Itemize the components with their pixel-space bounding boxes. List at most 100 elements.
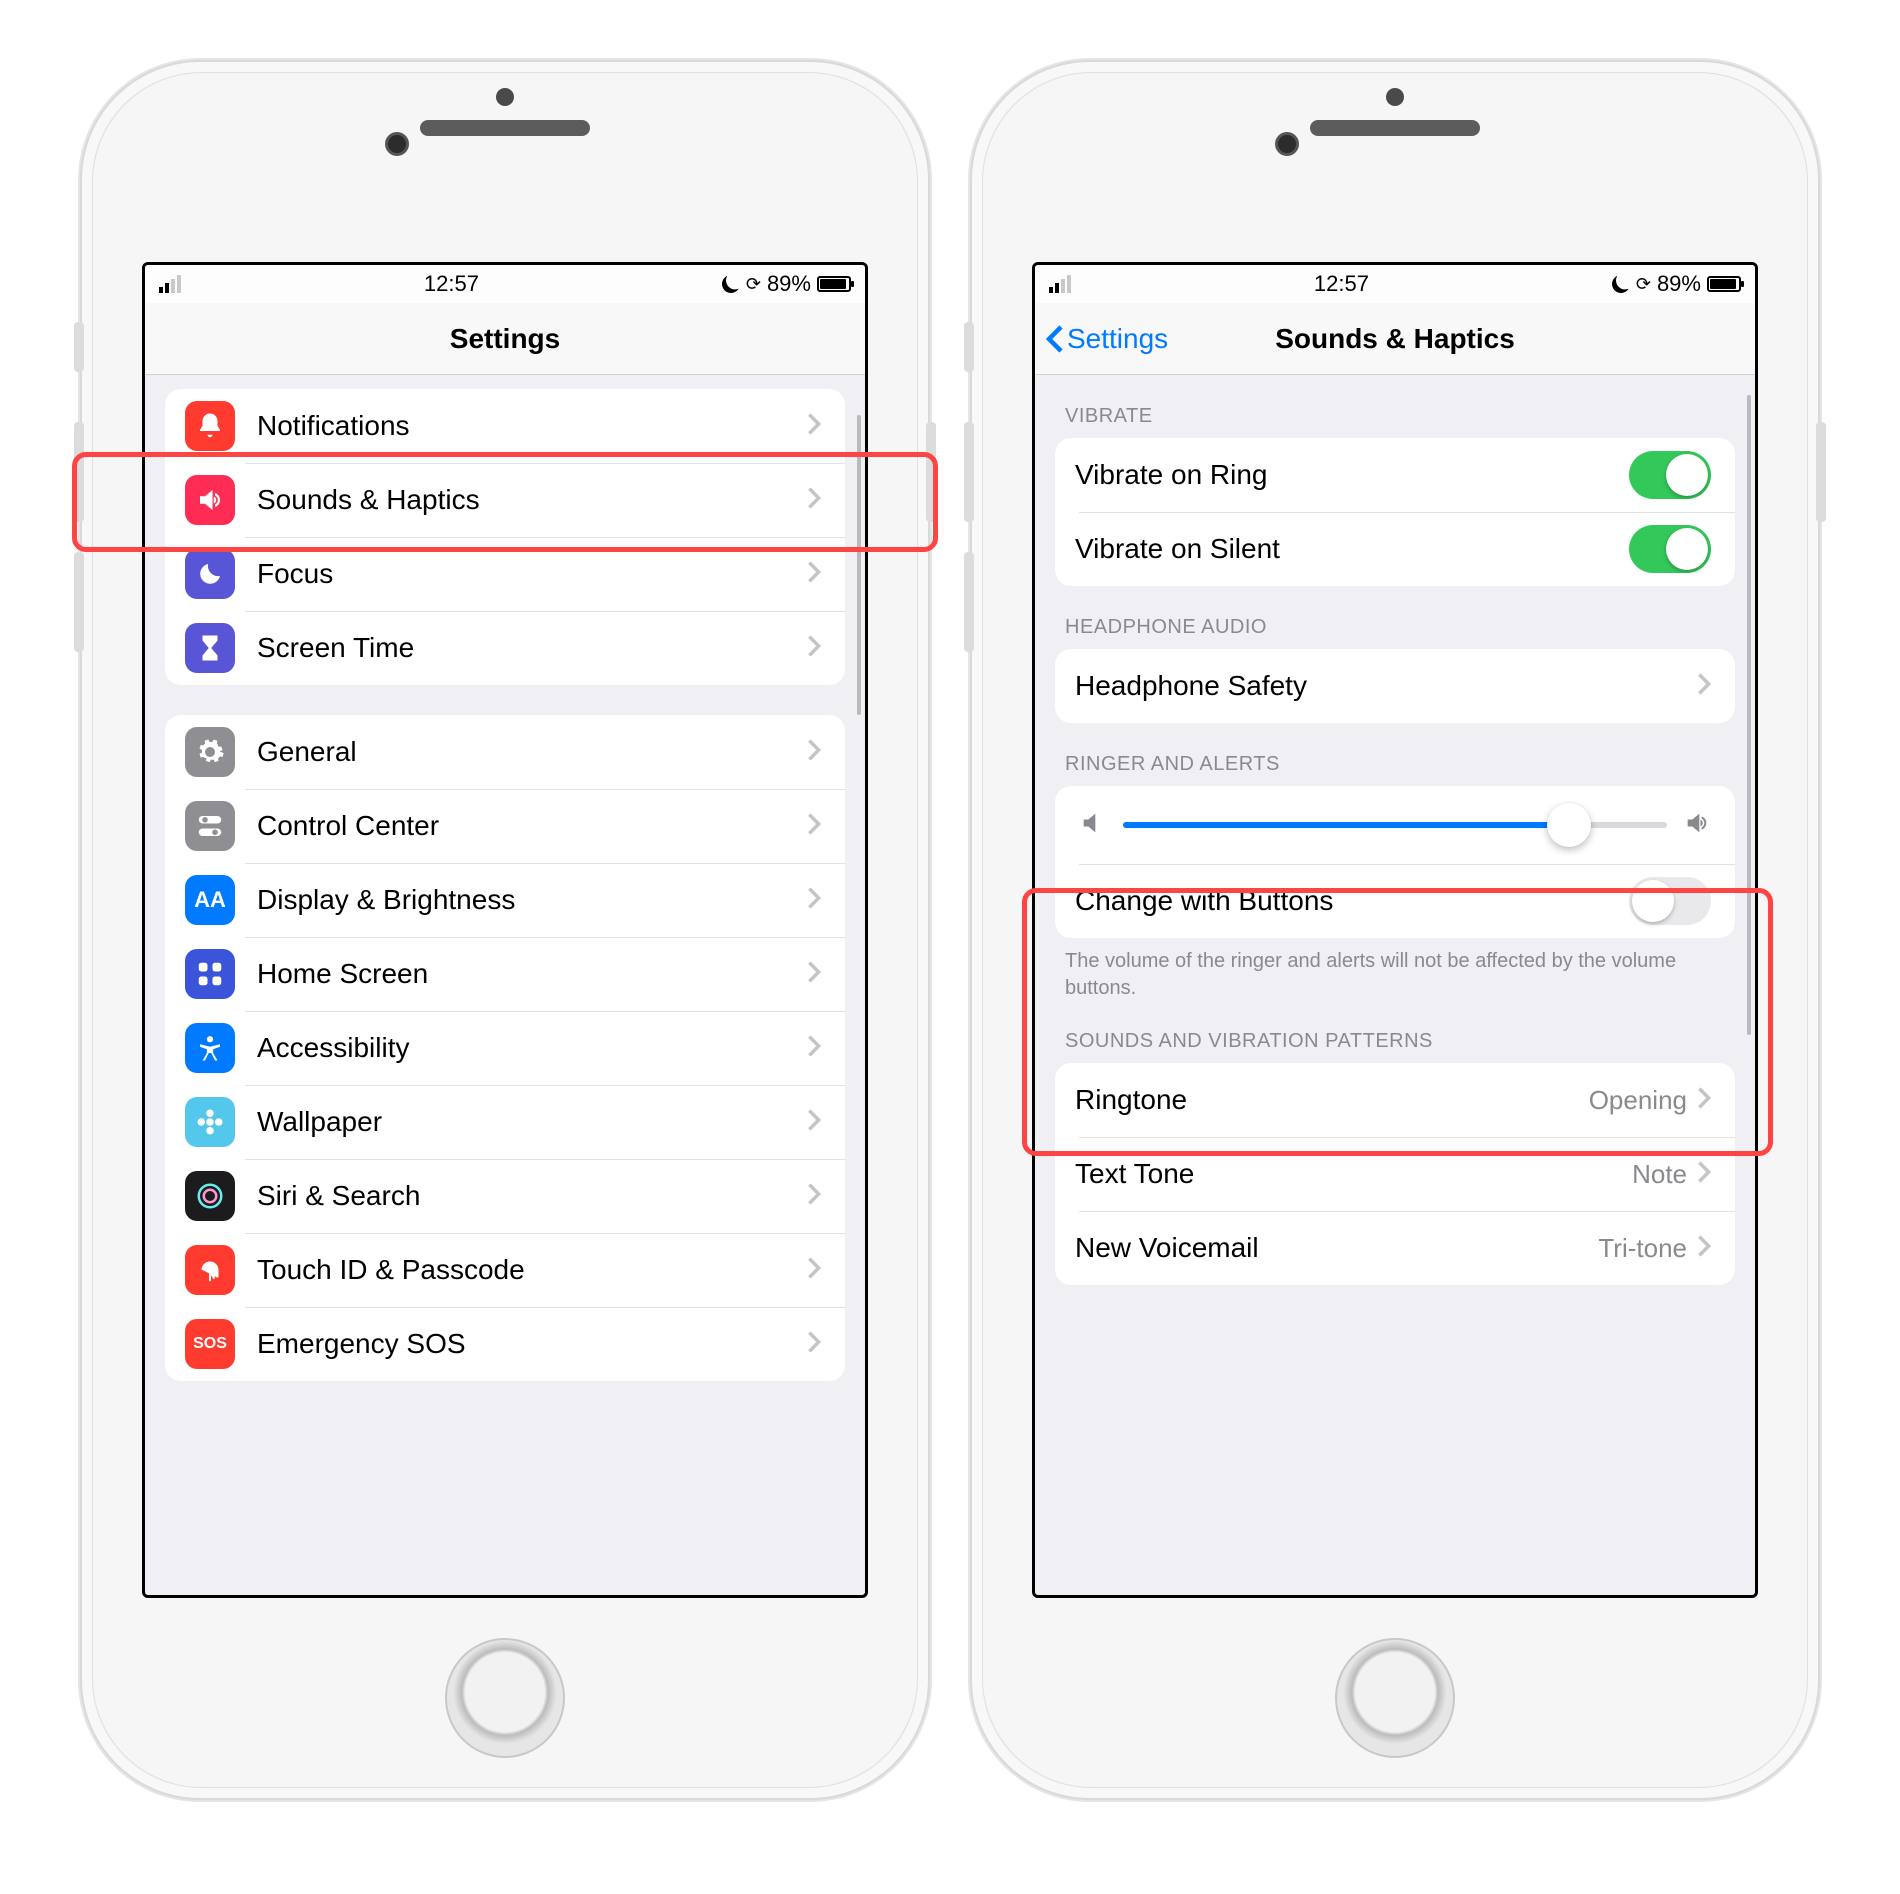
screen-right: 12:57 ⟳ 89% Settings Sounds & Haptics VI… [1032,262,1758,1598]
volume-slider[interactable] [1123,822,1667,828]
row-vibrate-on-ring[interactable]: Vibrate on Ring [1055,438,1735,512]
page-title: Sounds & Haptics [1275,323,1515,355]
sounds-settings-list[interactable]: VIBRATE Vibrate on Ring Vibrate on Silen… [1035,375,1755,1595]
person-icon [185,1023,235,1073]
row-label: General [257,736,807,768]
status-bar: 12:57 ⟳ 89% [145,265,865,303]
nav-bar: Settings Sounds & Haptics [1035,303,1755,375]
row-focus[interactable]: Focus [165,537,845,611]
header-headphone-audio: HEADPHONE AUDIO [1035,586,1755,649]
row-value: Tri-tone [1598,1233,1687,1264]
scrollbar[interactable] [857,415,861,715]
power-button[interactable] [926,422,936,522]
row-label: New Voicemail [1075,1232,1598,1264]
status-bar: 12:57 ⟳ 89% [1035,265,1755,303]
volume-high-icon [1683,809,1711,842]
sos-icon: SOS [185,1319,235,1369]
row-accessibility[interactable]: Accessibility [165,1011,845,1085]
row-siri-search[interactable]: Siri & Search [165,1159,845,1233]
fingerprint-icon [185,1245,235,1295]
mute-switch[interactable] [964,322,974,372]
signal-icon [159,275,181,293]
volume-low-icon [1079,809,1107,842]
settings-group-1: Notifications Sounds & Haptics Focus [165,389,845,685]
chevron-right-icon [807,560,821,589]
row-vibrate-on-silent[interactable]: Vibrate on Silent [1055,512,1735,586]
sensor-dot [1386,88,1404,106]
row-home-screen[interactable]: Home Screen [165,937,845,1011]
toggle-vibrate-ring[interactable] [1629,451,1711,499]
row-label: Screen Time [257,632,807,664]
row-wallpaper[interactable]: Wallpaper [165,1085,845,1159]
speaker-icon [185,475,235,525]
volume-up-button[interactable] [964,422,974,522]
row-label: Siri & Search [257,1180,807,1212]
row-display-brightness[interactable]: AA Display & Brightness [165,863,845,937]
row-general[interactable]: General [165,715,845,789]
back-button[interactable]: Settings [1045,323,1168,355]
header-sound-patterns: SOUNDS AND VIBRATION PATTERNS [1035,1008,1755,1063]
chevron-right-icon [807,812,821,841]
chevron-right-icon [807,1182,821,1211]
mute-switch[interactable] [74,322,84,372]
chevron-right-icon [1697,1234,1711,1263]
row-label: Touch ID & Passcode [257,1254,807,1286]
volume-up-button[interactable] [74,422,84,522]
chevron-right-icon [807,634,821,663]
scrollbar[interactable] [1747,395,1751,1035]
row-label: Home Screen [257,958,807,990]
row-emergency-sos[interactable]: SOS Emergency SOS [165,1307,845,1381]
group-ringer-alerts: Change with Buttons [1055,786,1735,938]
home-button[interactable] [445,1638,565,1758]
toggle-vibrate-silent[interactable] [1629,525,1711,573]
earpiece-speaker [420,120,590,136]
battery-icon [1707,276,1741,292]
chevron-right-icon [1697,1160,1711,1189]
chevron-right-icon [807,1256,821,1285]
group-sound-patterns: Ringtone Opening Text Tone Note New Voic… [1055,1063,1735,1285]
row-control-center[interactable]: Control Center [165,789,845,863]
row-label: Sounds & Haptics [257,484,807,516]
volume-down-button[interactable] [74,552,84,652]
footer-ringer-alerts: The volume of the ringer and alerts will… [1035,938,1755,1008]
chevron-right-icon [1697,672,1711,701]
power-button[interactable] [1816,422,1826,522]
status-time: 12:57 [1314,271,1369,297]
row-new-voicemail[interactable]: New Voicemail Tri-tone [1055,1211,1735,1285]
settings-list[interactable]: Notifications Sounds & Haptics Focus [145,375,865,1595]
siri-icon [185,1171,235,1221]
page-title: Settings [450,323,560,355]
status-time: 12:57 [424,271,479,297]
row-ringtone[interactable]: Ringtone Opening [1055,1063,1735,1137]
chevron-right-icon [807,1034,821,1063]
sensor-dot [496,88,514,106]
row-label: Display & Brightness [257,884,807,916]
row-touchid-passcode[interactable]: Touch ID & Passcode [165,1233,845,1307]
group-headphone: Headphone Safety [1055,649,1735,723]
home-button[interactable] [1335,1638,1455,1758]
row-text-tone[interactable]: Text Tone Note [1055,1137,1735,1211]
row-ringer-volume-slider[interactable] [1055,786,1735,864]
row-notifications[interactable]: Notifications [165,389,845,463]
bell-icon [185,401,235,451]
front-camera [385,132,409,156]
slider-thumb[interactable] [1547,803,1591,847]
header-vibrate: VIBRATE [1035,375,1755,438]
toggle-change-with-buttons[interactable] [1629,877,1711,925]
volume-down-button[interactable] [964,552,974,652]
do-not-disturb-icon [719,272,742,295]
row-value: Note [1632,1159,1687,1190]
row-label: Change with Buttons [1075,885,1629,917]
chevron-right-icon [807,412,821,441]
settings-group-2: General Control Center AA Display & Brig… [165,715,845,1381]
flower-icon [185,1097,235,1147]
signal-icon [1049,275,1071,293]
row-screen-time[interactable]: Screen Time [165,611,845,685]
grid-icon [185,949,235,999]
earpiece-speaker [1310,120,1480,136]
row-sounds-haptics[interactable]: Sounds & Haptics [165,463,845,537]
slider-fill [1123,822,1569,828]
row-label: Text Tone [1075,1158,1632,1190]
row-change-with-buttons[interactable]: Change with Buttons [1055,864,1735,938]
row-headphone-safety[interactable]: Headphone Safety [1055,649,1735,723]
